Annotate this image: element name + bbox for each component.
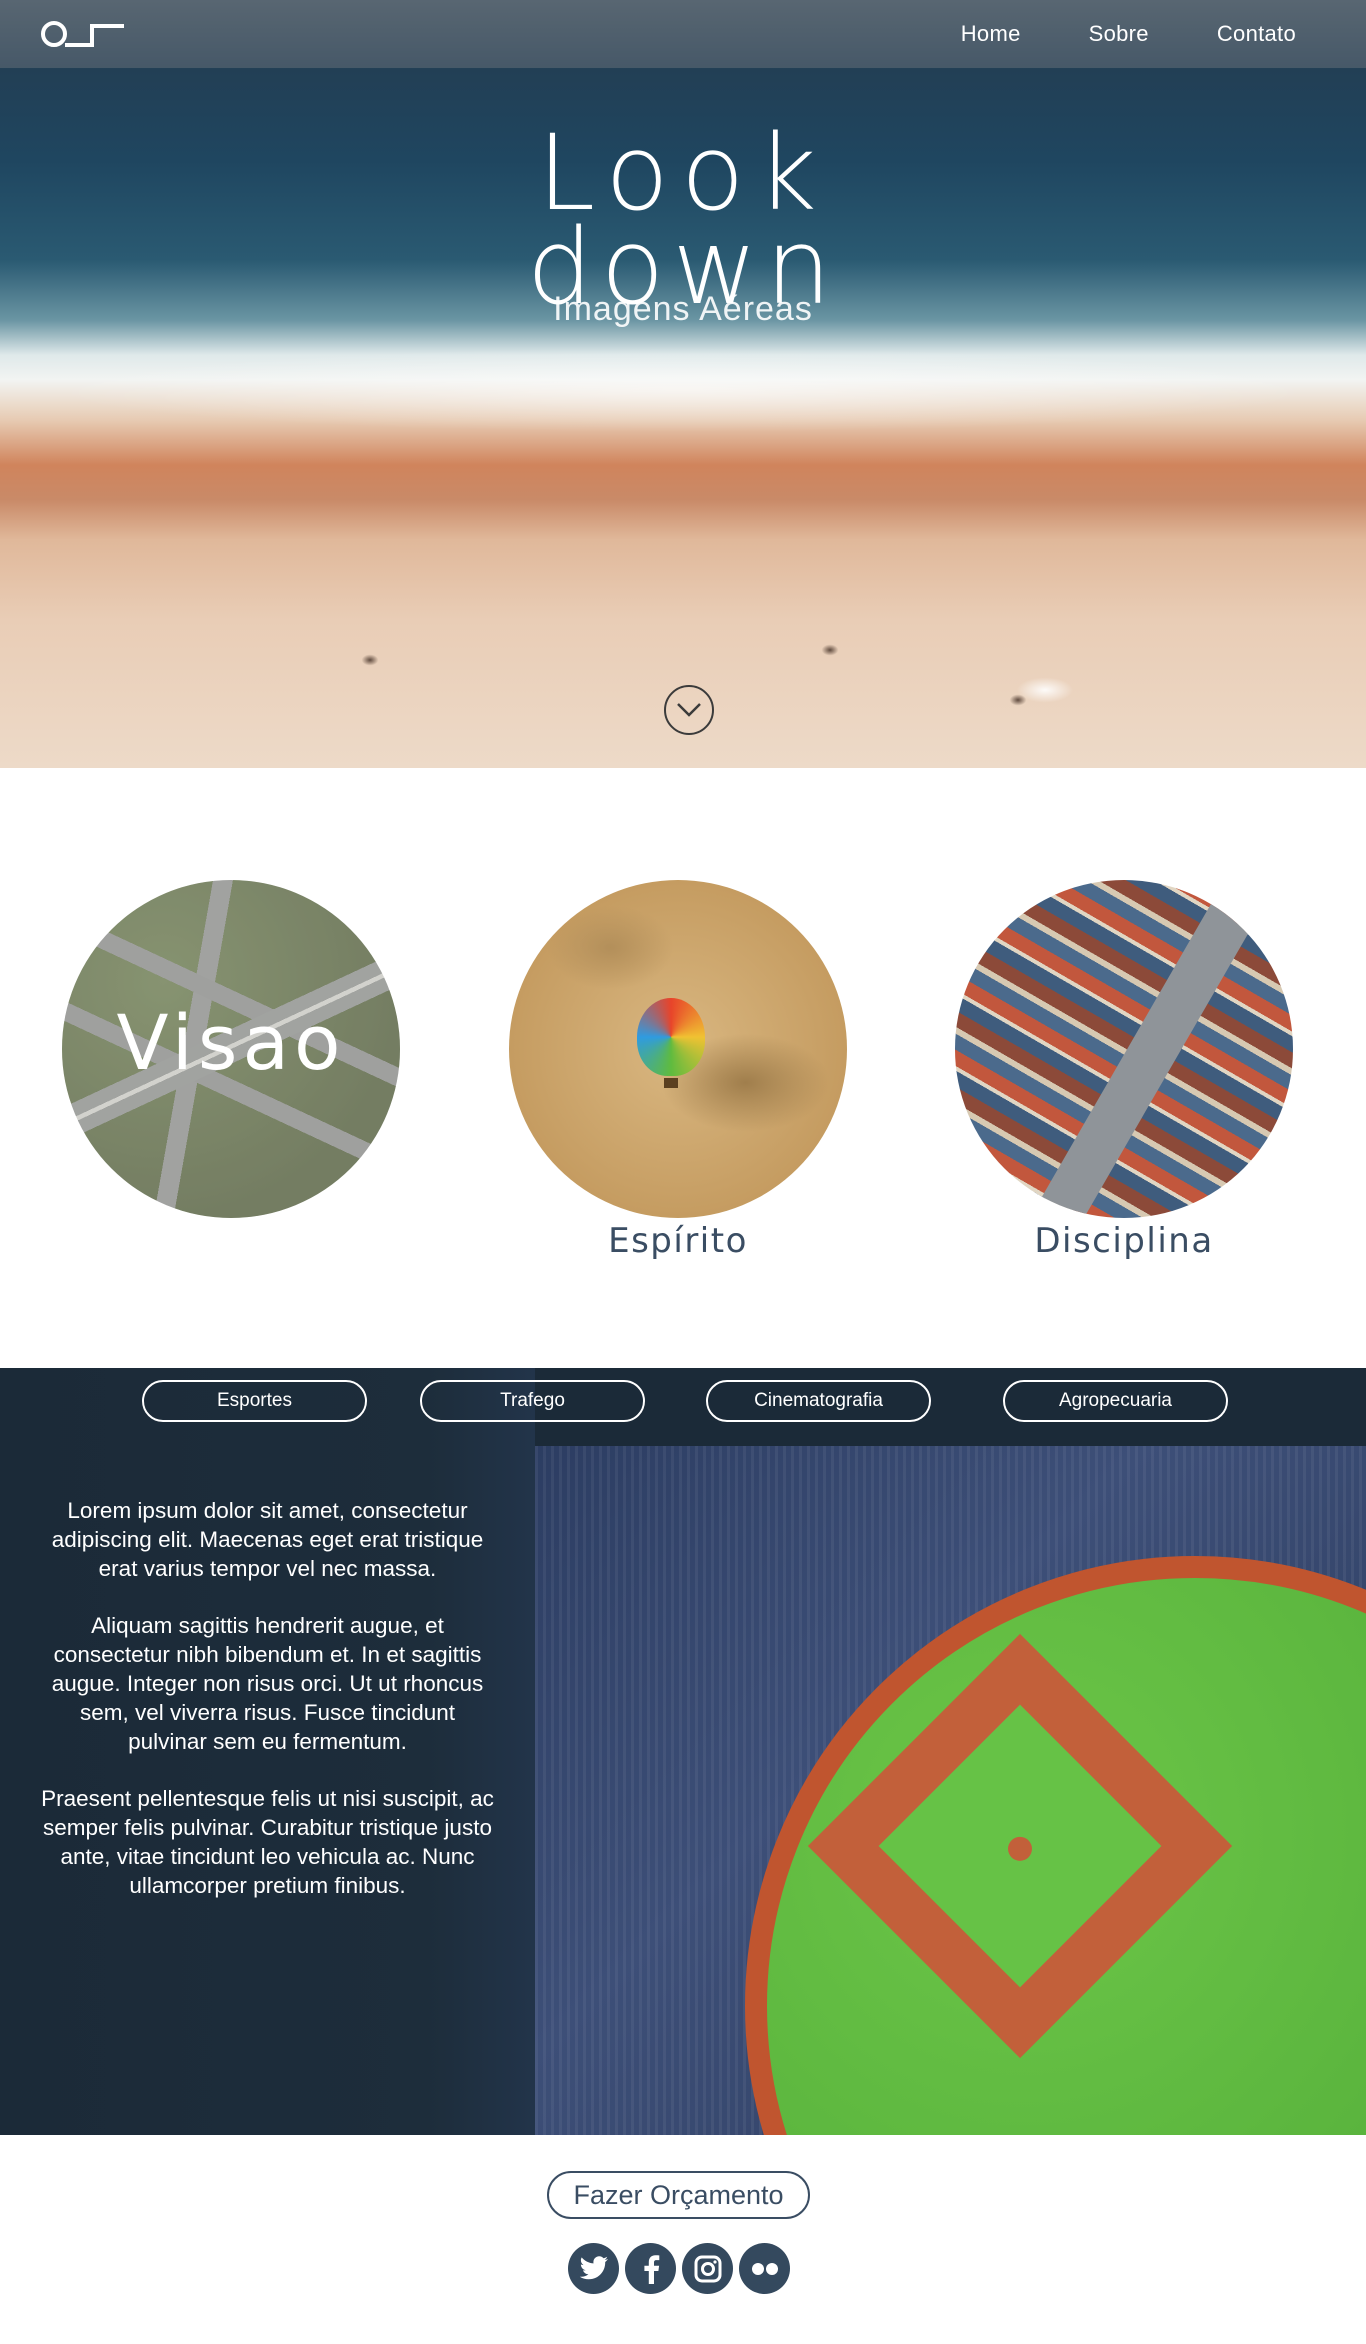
paragraph: Aliquam sagittis hendrerit augue, et con…: [51, 1613, 484, 1754]
tab-esportes[interactable]: Esportes: [142, 1380, 367, 1422]
paragraph: Praesent pellentesque felis ut nisi susc…: [41, 1786, 494, 1898]
twitter-link[interactable]: [568, 2243, 619, 2294]
category-description: Lorem ipsum dolor sit amet, consectetur …: [40, 1496, 495, 1928]
hero-section: Home Sobre Contato Look down Imagens Aér…: [0, 0, 1366, 768]
instagram-link[interactable]: [682, 2243, 733, 2294]
nav-link-home[interactable]: Home: [961, 21, 1021, 47]
feature-circle-espirito[interactable]: [509, 880, 847, 1218]
facebook-link[interactable]: [625, 2243, 676, 2294]
paragraph: Lorem ipsum dolor sit amet, consectetur …: [51, 1498, 484, 1581]
top-nav: Home Sobre Contato: [0, 0, 1366, 68]
feature-label-disciplina: Disciplina: [1034, 1221, 1214, 1261]
tab-trafego[interactable]: Trafego: [420, 1380, 645, 1422]
facebook-icon: [643, 2254, 659, 2284]
chevron-down-icon: [677, 703, 701, 717]
pitchers-mound: [1003, 1831, 1037, 1866]
tab-agropecuaria[interactable]: Agropecuaria: [1003, 1380, 1228, 1422]
social-links: [568, 2243, 790, 2294]
feature-circle-disciplina[interactable]: [955, 880, 1293, 1218]
instagram-icon: [694, 2255, 721, 2282]
quote-request-button[interactable]: Fazer Orçamento: [547, 2171, 810, 2219]
hot-air-balloon-image: [637, 998, 705, 1088]
category-tabs: Esportes Trafego Cinematografia Agropecu…: [0, 1380, 1366, 1424]
brand-subtitle: Imagens Aéreas: [553, 290, 813, 328]
categories-section: Esportes Trafego Cinematografia Agropecu…: [0, 1368, 1366, 2135]
logo-icon[interactable]: [40, 18, 126, 50]
feature-label-espirito: Espírito: [608, 1221, 748, 1261]
nav-links: Home Sobre Contato: [961, 0, 1296, 68]
nav-link-sobre[interactable]: Sobre: [1089, 21, 1149, 47]
stadium-image: [535, 1446, 1366, 2135]
flickr-link[interactable]: [739, 2243, 790, 2294]
features-section: Visao Espírito Disciplina: [0, 768, 1366, 1368]
nav-link-contato[interactable]: Contato: [1217, 21, 1296, 47]
feature-label-visao: Visao: [116, 998, 346, 1087]
tab-cinematografia[interactable]: Cinematografia: [706, 1380, 931, 1422]
flickr-icon: [751, 2262, 778, 2275]
twitter-icon: [579, 2255, 608, 2279]
footer: Fazer Orçamento: [0, 2135, 1366, 2344]
feature-circle-visao[interactable]: Visao: [62, 880, 400, 1218]
scroll-down-button[interactable]: [664, 685, 714, 735]
